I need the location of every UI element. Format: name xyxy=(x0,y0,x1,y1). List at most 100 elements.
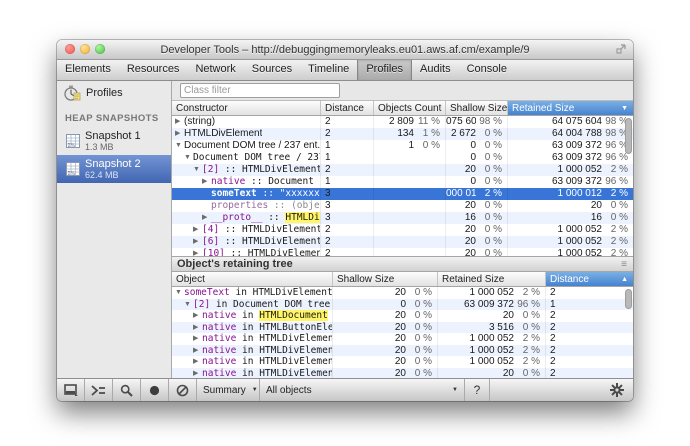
disclosure-arrow-icon[interactable]: ▼ xyxy=(175,287,184,299)
class-filter-input[interactable] xyxy=(180,83,340,98)
table-row[interactable]: ▶__proto__ :: HTMLDiv3160 %160 % xyxy=(172,212,633,224)
dock-side-button[interactable] xyxy=(57,379,84,401)
retained-size-cell: 1 000 0522 % xyxy=(438,333,546,345)
tab-elements[interactable]: Elements xyxy=(57,60,119,80)
vertical-scrollbar-thumb[interactable] xyxy=(625,118,632,154)
column-header-shallow-size[interactable]: Shallow Size xyxy=(333,272,438,286)
tab-network[interactable]: Network xyxy=(187,60,243,80)
disclosure-arrow-icon[interactable]: ▶ xyxy=(193,333,202,345)
disclosure-arrow-icon[interactable]: ▶ xyxy=(193,356,202,368)
table-row[interactable]: ▼[2] :: HTMLDivElement (2200 %1 000 0522… xyxy=(172,164,633,176)
disclosure-arrow-icon[interactable]: ▶ xyxy=(202,212,211,224)
clear-button[interactable] xyxy=(169,379,196,401)
object-cell: ▼someText in HTMLDivElement @ xyxy=(172,287,333,299)
column-header-distance[interactable]: Distance ▲ xyxy=(546,272,633,286)
chevron-down-icon: ▼ xyxy=(452,387,458,393)
tab-timeline[interactable]: Timeline xyxy=(300,60,357,80)
constructor-grid-header: Constructor Distance Objects Count Shall… xyxy=(172,101,633,116)
table-row[interactable]: ▶[6] :: HTMLDivElement (2200 %1 000 0522… xyxy=(172,236,633,248)
table-row[interactable]: ▶native in HTMLDivElement200 %1 000 0522… xyxy=(172,345,633,357)
shallow-size-cell: 200 % xyxy=(333,333,438,345)
distance-cell: 2 xyxy=(321,116,374,128)
sidebar-item-snapshot-2[interactable]: Σ% Snapshot 2 62.4 MB xyxy=(57,155,171,183)
row-label: (string) xyxy=(184,116,215,128)
help-button[interactable]: ? xyxy=(465,379,489,401)
table-row[interactable]: ▼Document DOM tree / 237 (100 %63 009 37… xyxy=(172,152,633,164)
tab-profiles[interactable]: Profiles xyxy=(357,60,412,80)
zoom-button[interactable] xyxy=(95,44,105,54)
undock-resize-icon[interactable] xyxy=(615,44,626,55)
disclosure-arrow-icon[interactable]: ▼ xyxy=(175,140,184,152)
column-header-distance[interactable]: Distance xyxy=(321,101,374,115)
distance-cell: 2 xyxy=(321,236,374,248)
table-row[interactable]: someText :: "xxxxxxx3000 0122 %1 000 012… xyxy=(172,188,633,200)
table-row[interactable]: ▶native :: Document D100 %63 009 37296 % xyxy=(172,176,633,188)
constructor-cell: ▶__proto__ :: HTMLDiv xyxy=(172,212,321,224)
show-console-button[interactable] xyxy=(85,379,112,401)
content-area: Profiles HEAP SNAPSHOTS Σ% Snapshot 1 1.… xyxy=(57,81,633,378)
table-row[interactable]: ▶HTMLDivElement21341 %2 6720 %64 004 788… xyxy=(172,128,633,140)
disclosure-arrow-icon[interactable]: ▶ xyxy=(193,248,202,256)
disclosure-arrow-icon[interactable]: ▼ xyxy=(193,164,202,176)
distance-cell: 2 xyxy=(546,356,633,368)
shallow-size-cell: 200 % xyxy=(446,224,508,236)
panel-tab-bar: Elements Resources Network Sources Timel… xyxy=(57,60,633,81)
table-row[interactable]: ▶native in HTMLDocument @200 %200 %2 xyxy=(172,310,633,322)
disclosure-arrow-icon[interactable]: ▼ xyxy=(184,299,193,311)
table-row[interactable]: ▼[2] in Document DOM tree /00 %63 009 37… xyxy=(172,299,633,311)
tab-sources[interactable]: Sources xyxy=(244,60,300,80)
disclosure-arrow-icon[interactable]: ▼ xyxy=(184,152,193,164)
svg-text:Σ%: Σ% xyxy=(68,171,76,177)
column-header-retained-size[interactable]: Retained Size xyxy=(438,272,546,286)
close-button[interactable] xyxy=(65,44,75,54)
row-label: [10] :: HTMLDivElement xyxy=(202,248,320,256)
disclosure-arrow-icon[interactable]: ▶ xyxy=(175,128,184,140)
disclosure-arrow-icon[interactable]: ▶ xyxy=(193,224,202,236)
table-row[interactable]: properties :: (objec3200 %200 % xyxy=(172,200,633,212)
table-row[interactable]: ▶(string)22 80911 %075 60498 %64 075 604… xyxy=(172,116,633,128)
sidebar-item-snapshot-1[interactable]: Σ% Snapshot 1 1.3 MB xyxy=(57,127,171,155)
table-row[interactable]: ▶native in HTMLDivElement200 %200 %2 xyxy=(172,368,633,379)
disclosure-arrow-icon[interactable]: ▶ xyxy=(193,368,202,379)
profiles-sidebar: Profiles HEAP SNAPSHOTS Σ% Snapshot 1 1.… xyxy=(57,81,172,378)
column-header-shallow-size[interactable]: Shallow Size xyxy=(446,101,508,115)
vertical-scrollbar-thumb[interactable] xyxy=(625,289,632,309)
tab-audits[interactable]: Audits xyxy=(412,60,459,80)
table-row[interactable]: ▶native in HTMLDivElement200 %1 000 0522… xyxy=(172,333,633,345)
settings-gear-button[interactable] xyxy=(610,379,633,401)
constructor-cell: ▼Document DOM tree / 237 ent... xyxy=(172,140,321,152)
table-row[interactable]: ▶[10] :: HTMLDivElement2200 %1 000 0522 … xyxy=(172,248,633,256)
disclosure-arrow-icon[interactable]: ▶ xyxy=(193,310,202,322)
table-row[interactable]: ▶[4] :: HTMLDivElement (2200 %1 000 0522… xyxy=(172,224,633,236)
row-label: [2] :: HTMLDivElement ( xyxy=(202,164,320,176)
disclosure-arrow-icon[interactable]: ▶ xyxy=(193,322,202,334)
shallow-size-cell: 00 % xyxy=(446,176,508,188)
record-button[interactable] xyxy=(141,379,168,401)
column-header-objects-count[interactable]: Objects Count xyxy=(374,101,446,115)
splitter-grip-icon[interactable]: ≡ xyxy=(621,259,627,270)
tab-console[interactable]: Console xyxy=(459,60,515,80)
table-row[interactable]: ▶native in HTMLDivElement200 %1 000 0522… xyxy=(172,356,633,368)
column-header-object[interactable]: Object xyxy=(172,272,333,286)
retained-size-cell: 200 % xyxy=(438,368,546,379)
sidebar-profiles-header[interactable]: Profiles xyxy=(57,81,171,105)
distance-cell: 2 xyxy=(321,248,374,256)
search-button[interactable] xyxy=(113,379,140,401)
constructor-cell: ▼[2] :: HTMLDivElement ( xyxy=(172,164,321,176)
minimize-button[interactable] xyxy=(80,44,90,54)
objects-filter-select[interactable]: All objects ▼ xyxy=(260,379,464,401)
disclosure-arrow-icon[interactable]: ▶ xyxy=(193,345,202,357)
disclosure-arrow-icon[interactable]: ▶ xyxy=(202,176,211,188)
retained-size-cell: 63 009 37296 % xyxy=(438,299,546,311)
table-row[interactable]: ▼someText in HTMLDivElement @200 %1 000 … xyxy=(172,287,633,299)
disclosure-arrow-icon[interactable]: ▶ xyxy=(193,236,202,248)
retained-size-cell: 64 075 60498 % xyxy=(508,116,633,128)
table-row[interactable]: ▶native in HTMLButtonElem200 %3 5160 %2 xyxy=(172,322,633,334)
table-row[interactable]: ▼Document DOM tree / 237 ent...110 %00 %… xyxy=(172,140,633,152)
tab-resources[interactable]: Resources xyxy=(119,60,188,80)
view-mode-select[interactable]: Summary ▼ xyxy=(197,379,259,401)
disclosure-arrow-icon[interactable]: ▶ xyxy=(175,116,184,128)
column-header-constructor[interactable]: Constructor xyxy=(172,101,321,115)
column-header-retained-size[interactable]: Retained Size ▼ xyxy=(508,101,633,115)
distance-cell: 2 xyxy=(546,368,633,379)
